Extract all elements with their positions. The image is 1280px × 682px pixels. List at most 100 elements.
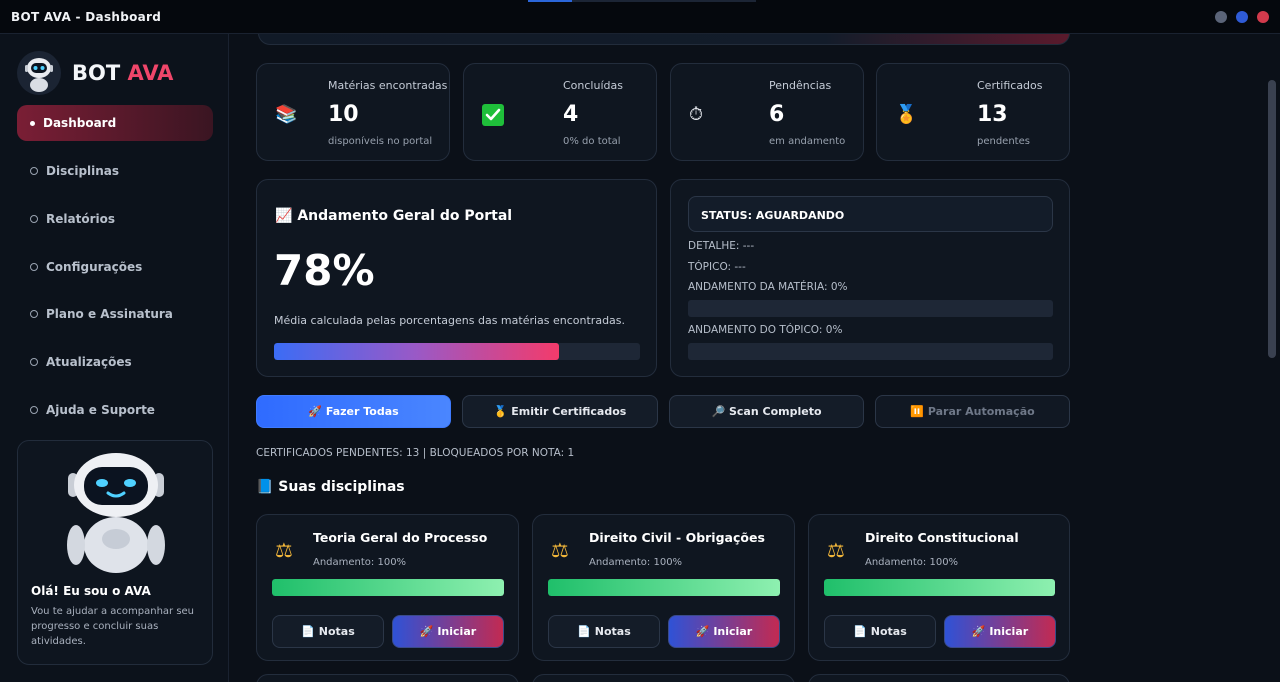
discipline-progress-label: Andamento: 100% [313,557,407,568]
stat-value: 6 [769,102,785,127]
status-detail: DETALHE: --- [688,240,755,252]
loading-indicator [528,0,756,2]
do-all-button[interactable]: 🚀 Fazer Todas [256,395,451,428]
discipline-card: ⚖ Direito Constitucional Andamento: 100%… [808,514,1070,661]
bullet-icon [30,310,38,318]
stat-value: 13 [977,102,1008,127]
books-icon: 📚 [275,104,298,125]
assistant-title: Olá! Eu sou o AVA [31,584,151,598]
sidebar-item-relatorios[interactable]: Relatórios [17,201,213,237]
maximize-button[interactable] [1236,11,1248,23]
stat-subtext: 0% do total [563,136,621,147]
full-scan-button[interactable]: 🔎 Scan Completo [669,395,864,428]
window-title: BOT AVA - Dashboard [11,10,162,24]
stat-value: 10 [328,102,359,127]
discipline-name: Direito Civil - Obrigações [589,530,765,545]
main-content: 📚 Matérias encontradas 10 disponíveis no… [230,34,1280,682]
sidebar-item-label: Ajuda e Suporte [46,403,155,417]
discipline-progress-bar [548,579,780,596]
discipline-progress-bar [272,579,504,596]
assistant-text: Vou te ajudar a acompanhar seu progresso… [31,606,195,647]
bullet-icon [30,406,38,414]
stat-label: Certificados [977,79,1043,92]
sidebar-item-atualizacoes[interactable]: Atualizações [17,344,213,380]
bullet-icon [30,215,38,223]
stat-label: Concluídas [563,79,623,92]
sidebar-item-configuracoes[interactable]: Configurações [17,249,213,285]
check-icon [482,104,504,126]
stop-automation-button[interactable]: ⏸️ Parar Automação [875,395,1070,428]
overall-progress-bar [274,343,640,360]
topic-progress-label: ANDAMENTO DO TÓPICO: 0% [688,324,843,336]
stat-label: Pendências [769,79,832,92]
sidebar-item-label: Dashboard [43,116,117,130]
stopwatch-icon: ⏱ [689,104,704,125]
discipline-card: ⚖ Direito Civil - Obrigações Andamento: … [532,514,795,661]
medal-icon: 🏅 [895,104,918,125]
topic-progress-bar [688,343,1053,360]
scales-icon: ⚖ [275,538,293,562]
stat-label: Matérias encontradas [328,79,448,92]
bullet-icon [30,358,38,366]
sidebar-item-plano[interactable]: Plano e Assinatura [17,296,213,332]
status-card: STATUS: AGUARDANDO DETALHE: --- TÓPICO: … [670,179,1070,377]
sidebar-item-ajuda[interactable]: Ajuda e Suporte [17,392,213,428]
scales-icon: ⚖ [551,538,569,562]
robot-mascot-icon [67,453,165,573]
discipline-card [256,674,519,682]
start-button[interactable]: 🚀 Iniciar [944,615,1056,648]
discipline-name: Teoria Geral do Processo [313,530,488,545]
subject-progress-bar [688,300,1053,317]
notes-button[interactable]: 📄 Notas [272,615,384,648]
stat-card-materias: 📚 Matérias encontradas 10 disponíveis no… [256,63,450,161]
status-topic: TÓPICO: --- [688,261,746,273]
stat-value: 4 [563,102,579,127]
disciplines-title: 📘 Suas disciplinas [256,479,405,495]
stat-card-concluidas: Concluídas 4 0% do total [463,63,657,161]
overall-progress-card: 📈 Andamento Geral do Portal 78% Média ca… [256,179,657,377]
sidebar-item-label: Atualizações [46,355,132,369]
window-titlebar: BOT AVA - Dashboard [0,0,1280,34]
discipline-card [808,674,1070,682]
robot-logo-icon [17,51,61,95]
notes-button[interactable]: 📄 Notas [824,615,936,648]
notes-button[interactable]: 📄 Notas [548,615,660,648]
stat-subtext: pendentes [977,136,1030,147]
stat-subtext: disponíveis no portal [328,136,433,147]
overall-progress-title: 📈 Andamento Geral do Portal [275,208,513,224]
overall-progress-fill [274,343,560,360]
minimize-button[interactable] [1215,11,1227,23]
stat-card-certificados: 🏅 Certificados 13 pendentes [876,63,1070,161]
sidebar: BOT AVA Dashboard Disciplinas Relatórios… [0,34,229,682]
assistant-card: Olá! Eu sou o AVA Vou te ajudar a acompa… [17,440,213,665]
subject-progress-label: ANDAMENTO DA MATÉRIA: 0% [688,281,848,293]
bullet-icon [30,121,35,126]
close-button[interactable] [1257,11,1269,23]
discipline-card: ⚖ Teoria Geral do Processo Andamento: 10… [256,514,519,661]
discipline-name: Direito Constitucional [865,530,1019,545]
scales-icon: ⚖ [827,538,845,562]
discipline-progress-label: Andamento: 100% [589,557,683,568]
stat-card-pendencias: ⏱ Pendências 6 em andamento [670,63,864,161]
chart-increasing-icon: 📈 [275,208,293,224]
sidebar-item-label: Plano e Assinatura [46,307,173,321]
bullet-icon [30,167,38,175]
start-button[interactable]: 🚀 Iniciar [392,615,504,648]
brand-name: BOT AVA [72,61,174,85]
discipline-progress-label: Andamento: 100% [865,557,959,568]
sidebar-item-label: Relatórios [46,212,115,226]
stat-subtext: em andamento [769,136,846,147]
certificates-summary: CERTIFICADOS PENDENTES: 13 | BLOQUEADOS … [256,447,575,459]
start-button[interactable]: 🚀 Iniciar [668,615,780,648]
sidebar-item-label: Configurações [46,260,143,274]
issue-certificates-button[interactable]: 🥇 Emitir Certificados [462,395,658,428]
discipline-progress-bar [824,579,1055,596]
overall-progress-description: Média calculada pelas porcentagens das m… [274,314,626,327]
sidebar-item-disciplinas[interactable]: Disciplinas [17,153,213,189]
sidebar-item-dashboard[interactable]: Dashboard [17,105,213,141]
top-banner [258,34,1070,45]
bullet-icon [30,263,38,271]
scrollbar[interactable] [1268,80,1276,358]
status-header: STATUS: AGUARDANDO [688,196,1053,232]
sidebar-item-label: Disciplinas [46,164,120,178]
